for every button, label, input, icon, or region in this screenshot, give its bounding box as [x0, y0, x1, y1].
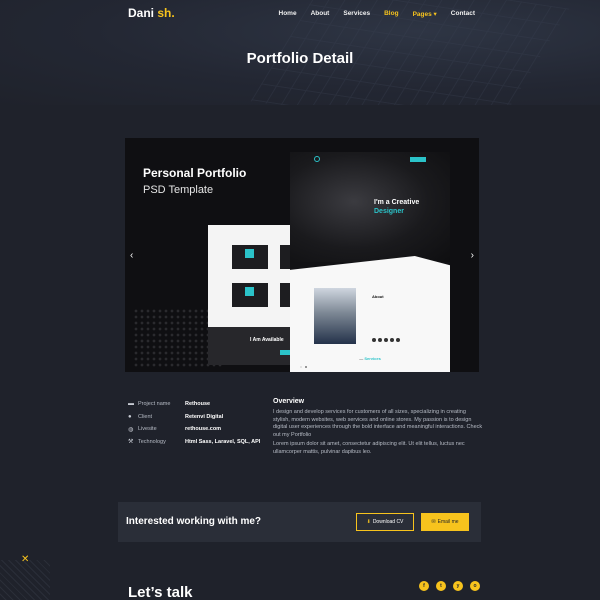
- detail-label: Client: [138, 413, 153, 420]
- mock-service-card: [232, 245, 268, 269]
- slider-indicator[interactable]: [305, 366, 307, 368]
- close-icon[interactable]: ✕: [21, 554, 29, 565]
- user-icon: ●: [128, 413, 132, 420]
- logo-accent: sh.: [157, 6, 175, 20]
- email-me-label: Email me: [437, 519, 459, 525]
- folder-icon: ▬: [128, 401, 134, 408]
- overview-title: Overview: [273, 398, 305, 405]
- email-me-button[interactable]: ✉ Email me: [421, 513, 469, 531]
- nav-pages-dropdown[interactable]: Pages ▾: [413, 10, 437, 18]
- mock-page-front: I'm a Creative Designer About — Services: [290, 152, 450, 372]
- download-cv-label: Download CV: [372, 519, 404, 525]
- overview-paragraph: I design and develop services for custom…: [273, 409, 483, 438]
- detail-value: Retenvi Digital: [185, 413, 224, 420]
- download-icon: ⬇: [366, 519, 371, 525]
- cta-text: Interested working with me?: [126, 516, 262, 527]
- slide-subtitle: PSD Template: [143, 184, 214, 196]
- mock-services-prefix: —: [359, 356, 364, 361]
- detail-row: ● Client Retenvi Digital: [128, 411, 260, 424]
- detail-row: ▬ Project name Rethouse: [128, 398, 260, 411]
- mock-hero-photo: [290, 152, 450, 262]
- detail-value[interactable]: rethouse.com: [185, 426, 221, 432]
- mock-social-circles: [372, 338, 400, 342]
- slider-indicators: [300, 366, 307, 368]
- youtube-icon[interactable]: y: [453, 581, 463, 591]
- detail-label: Livesite: [138, 426, 157, 433]
- mock-creative-line1: I'm a Creative: [374, 199, 420, 206]
- page-title: Portfolio Detail: [246, 50, 354, 67]
- detail-label: Project name: [138, 401, 171, 408]
- detail-value: Html Sass, Laravel, SQL, API: [185, 438, 261, 445]
- social-links: f t y o: [419, 581, 480, 591]
- overview-paragraph: Lorem ipsum dolor sit amet, consectetur …: [273, 441, 465, 455]
- lets-talk-heading: Let’s talk: [128, 584, 193, 600]
- chevron-left-icon[interactable]: ‹: [130, 250, 133, 261]
- mock-services-text: Services: [364, 356, 381, 361]
- wrench-icon: ⚒: [128, 439, 134, 446]
- project-details: ▬ Project name Rethouse ● Client Retenvi D…: [128, 398, 260, 448]
- decorative-stripes: [0, 560, 50, 600]
- nav-services[interactable]: Services: [343, 10, 370, 18]
- slider-indicator[interactable]: [300, 366, 302, 368]
- nav-about[interactable]: About: [311, 10, 330, 18]
- globe-icon: ◍: [128, 426, 134, 433]
- instagram-icon[interactable]: o: [470, 581, 480, 591]
- nav-contact[interactable]: Contact: [451, 10, 475, 18]
- detail-label: Technology: [138, 438, 166, 445]
- download-cv-button[interactable]: ⬇ Download CV: [356, 513, 414, 531]
- mail-icon: ✉: [431, 519, 436, 525]
- cta-banner: Interested working with me? ⬇ Download C…: [118, 502, 481, 542]
- logo-main: Dani: [128, 6, 155, 20]
- detail-row: ◍ Livesite rethouse.com: [128, 423, 260, 436]
- overview-section: Overview I design and develop services f…: [273, 398, 483, 458]
- mock-service-card: [232, 283, 268, 307]
- nav-blog[interactable]: Blog: [384, 10, 398, 18]
- mock-logo-icon: [314, 156, 320, 162]
- twitter-icon[interactable]: t: [436, 581, 446, 591]
- mock-about-heading: About: [372, 294, 384, 299]
- main-nav: Home About Services Blog Pages ▾ Contact: [279, 10, 475, 18]
- mock-creative-heading: I'm a Creative Designer: [374, 198, 419, 216]
- nav-home[interactable]: Home: [279, 10, 297, 18]
- chevron-right-icon[interactable]: ›: [471, 250, 474, 261]
- mock-services-label: — Services: [290, 356, 450, 361]
- mock-topbar-button: [410, 157, 426, 162]
- site-logo[interactable]: Dani sh.: [128, 6, 175, 20]
- mock-available-text: I Am Available: [250, 337, 284, 343]
- slide-title: Personal Portfolio: [143, 166, 247, 180]
- hero-banner: Dani sh. Home About Services Blog Pages …: [0, 0, 600, 105]
- facebook-icon[interactable]: f: [419, 581, 429, 591]
- portfolio-slider[interactable]: Personal Portfolio PSD Template I Am Ava…: [125, 138, 479, 372]
- detail-value: Rethouse: [185, 401, 211, 408]
- mock-portrait-photo: [314, 288, 356, 344]
- detail-row: ⚒ Technology Html Sass, Laravel, SQL, API: [128, 436, 260, 449]
- mock-creative-line2: Designer: [374, 208, 404, 215]
